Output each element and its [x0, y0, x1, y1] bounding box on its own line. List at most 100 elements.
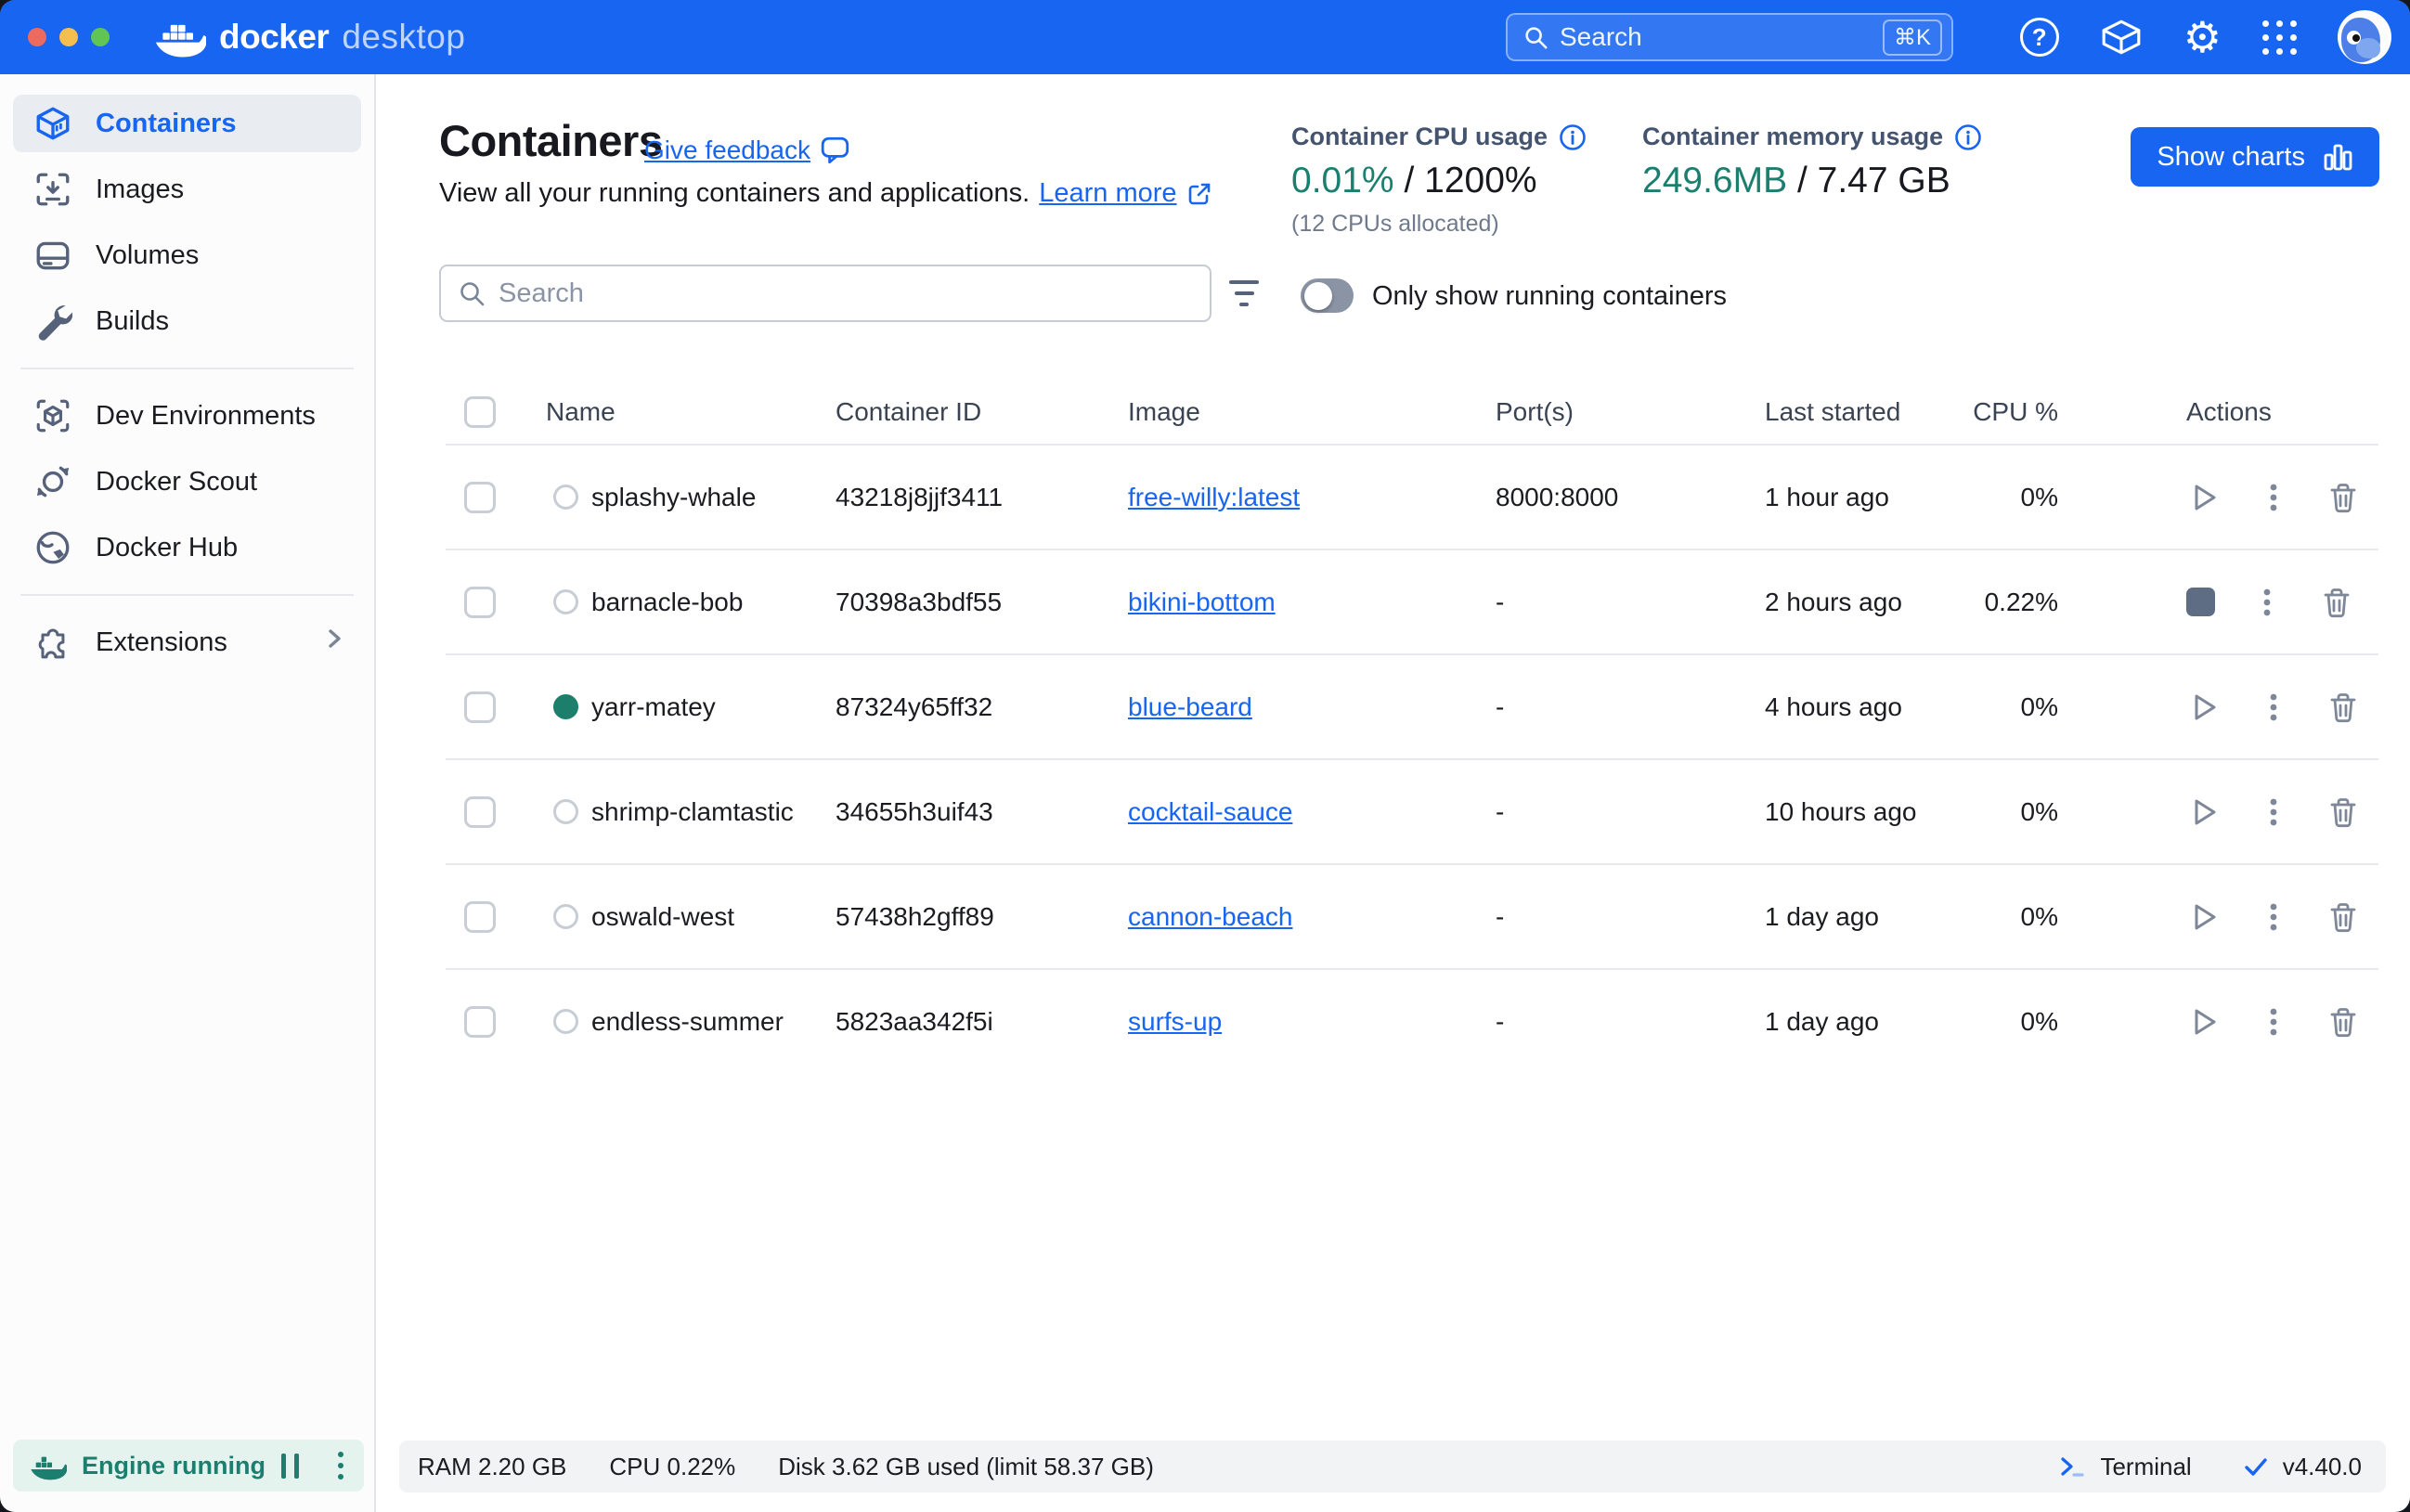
start-container-play-icon[interactable] — [2186, 690, 2222, 725]
delete-container-trash-icon[interactable] — [2326, 690, 2361, 725]
info-icon[interactable] — [1559, 123, 1587, 151]
terminal-button[interactable]: Terminal — [2100, 1453, 2191, 1481]
select-all-checkbox[interactable] — [464, 396, 496, 428]
image-link[interactable]: blue-beard — [1128, 692, 1252, 721]
sidebar: Containers Images Volume — [0, 74, 376, 1512]
close-window-button[interactable] — [28, 28, 46, 46]
table-row[interactable]: barnacle-bob 70398a3bdf55 bikini-bottom … — [446, 549, 2378, 653]
last-started: 10 hours ago — [1724, 797, 1939, 827]
running-only-toggle[interactable] — [1301, 278, 1354, 313]
row-checkbox[interactable] — [464, 691, 496, 723]
container-status-dot — [553, 589, 578, 614]
delete-container-trash-icon[interactable] — [2319, 585, 2354, 620]
memory-limit-value: 7.47 GB — [1818, 161, 1950, 200]
row-menu-kebab-icon[interactable] — [2249, 585, 2285, 620]
image-link[interactable]: surfs-up — [1128, 1007, 1222, 1036]
column-header-ports[interactable]: Port(s) — [1455, 397, 1724, 427]
page-subtitle: View all your running containers and app… — [439, 178, 1030, 209]
row-menu-kebab-icon[interactable] — [2256, 480, 2291, 515]
filter-icon[interactable] — [1228, 280, 1260, 306]
container-status-dot — [553, 904, 578, 929]
engine-whale-icon — [30, 1451, 67, 1480]
row-menu-kebab-icon[interactable] — [2256, 795, 2291, 830]
cpu-percent: 0% — [1939, 483, 2105, 512]
memory-usage-label: Container memory usage — [1642, 123, 1943, 151]
cpu-percent: 0% — [1939, 1007, 2105, 1037]
container-search-input[interactable] — [499, 278, 1193, 309]
container-status-dot — [553, 799, 578, 824]
title-bar: docker desktop Search ⌘K ? ⚙ — [0, 0, 2410, 74]
image-link[interactable]: bikini-bottom — [1128, 588, 1276, 616]
row-checkbox[interactable] — [464, 1006, 496, 1038]
row-checkbox[interactable] — [464, 587, 496, 618]
bar-chart-icon — [2322, 141, 2353, 173]
row-menu-kebab-icon[interactable] — [2256, 899, 2291, 935]
table-row[interactable]: yarr-matey 87324y65ff32 blue-beard - 4 h… — [446, 653, 2378, 758]
feedback-bubble-icon — [820, 136, 851, 165]
column-header-image[interactable]: Image — [1128, 397, 1455, 427]
learn-more-link[interactable]: Learn more — [1039, 178, 1176, 209]
docker-logo: docker desktop — [154, 0, 465, 74]
row-menu-kebab-icon[interactable] — [2256, 1004, 2291, 1040]
image-link[interactable]: cocktail-sauce — [1128, 797, 1292, 826]
external-link-icon — [1186, 181, 1212, 207]
column-header-last-started[interactable]: Last started — [1724, 397, 1939, 427]
learning-center-icon[interactable] — [2100, 17, 2143, 58]
user-avatar[interactable] — [2338, 10, 2391, 64]
version-label[interactable]: v4.40.0 — [2283, 1453, 2362, 1481]
row-checkbox[interactable] — [464, 796, 496, 828]
image-link[interactable]: cannon-beach — [1128, 902, 1292, 931]
sidebar-item-volumes[interactable]: Volumes — [13, 226, 361, 284]
row-menu-kebab-icon[interactable] — [2256, 690, 2291, 725]
column-header-container-id[interactable]: Container ID — [836, 397, 1128, 427]
sidebar-item-docker-scout[interactable]: Docker Scout — [13, 453, 361, 510]
image-link[interactable]: free-willy:latest — [1128, 483, 1300, 511]
container-ports: 8000:8000 — [1455, 483, 1724, 512]
table-row[interactable]: oswald-west 57438h2gff89 cannon-beach - … — [446, 863, 2378, 968]
container-name: splashy-whale — [591, 483, 756, 512]
row-checkbox[interactable] — [464, 482, 496, 513]
column-header-cpu[interactable]: CPU % — [1939, 397, 2105, 427]
row-checkbox[interactable] — [464, 901, 496, 933]
main-content: Containers Give feedback View all your r… — [376, 74, 2410, 1512]
more-apps-grid-icon[interactable] — [2262, 20, 2297, 55]
sidebar-item-dev-environments[interactable]: Dev Environments — [13, 387, 361, 445]
minimize-window-button[interactable] — [59, 28, 78, 46]
table-row[interactable]: shrimp-clamtastic 34655h3uif43 cocktail-… — [446, 758, 2378, 863]
sidebar-item-extensions[interactable]: Extensions — [13, 614, 361, 671]
sidebar-item-images[interactable]: Images — [13, 161, 361, 218]
start-container-play-icon[interactable] — [2186, 795, 2222, 830]
start-container-play-icon[interactable] — [2186, 480, 2222, 515]
search-icon — [458, 279, 486, 307]
container-search-field[interactable] — [439, 265, 1211, 322]
table-row[interactable]: splashy-whale 43218j8jjf3411 free-willy:… — [446, 444, 2378, 549]
engine-menu-kebab-icon[interactable] — [338, 1452, 343, 1480]
give-feedback-link[interactable]: Give feedback — [644, 136, 810, 165]
help-icon[interactable]: ? — [2020, 18, 2059, 57]
show-charts-button[interactable]: Show charts — [2131, 127, 2379, 187]
sidebar-item-containers[interactable]: Containers — [13, 95, 361, 152]
global-search[interactable]: Search ⌘K — [1506, 13, 1953, 61]
containers-cube-icon — [33, 104, 72, 143]
docker-desktop-window: docker desktop Search ⌘K ? ⚙ — [0, 0, 2410, 1512]
settings-gear-icon[interactable]: ⚙ — [2183, 16, 2222, 58]
start-container-play-icon[interactable] — [2186, 1004, 2222, 1040]
chevron-right-icon — [320, 623, 348, 662]
cpu-allocation-note: (12 CPUs allocated) — [1291, 211, 1587, 238]
stop-container-icon[interactable] — [2186, 588, 2215, 616]
zoom-window-button[interactable] — [91, 28, 110, 46]
delete-container-trash-icon[interactable] — [2326, 899, 2361, 935]
delete-container-trash-icon[interactable] — [2326, 795, 2361, 830]
table-row[interactable]: endless-summer 5823aa342f5i surfs-up - 1… — [446, 968, 2378, 1073]
delete-container-trash-icon[interactable] — [2326, 480, 2361, 515]
info-icon[interactable] — [1954, 123, 1982, 151]
column-header-name[interactable]: Name — [546, 397, 836, 427]
sidebar-divider — [20, 594, 354, 596]
delete-container-trash-icon[interactable] — [2326, 1004, 2361, 1040]
global-search-placeholder: Search — [1560, 22, 1872, 52]
start-container-play-icon[interactable] — [2186, 899, 2222, 935]
sidebar-item-builds[interactable]: Builds — [13, 292, 361, 350]
pause-engine-icon[interactable] — [281, 1454, 299, 1479]
sidebar-item-docker-hub[interactable]: Docker Hub — [13, 519, 361, 576]
container-id: 43218j8jjf3411 — [836, 483, 1128, 512]
